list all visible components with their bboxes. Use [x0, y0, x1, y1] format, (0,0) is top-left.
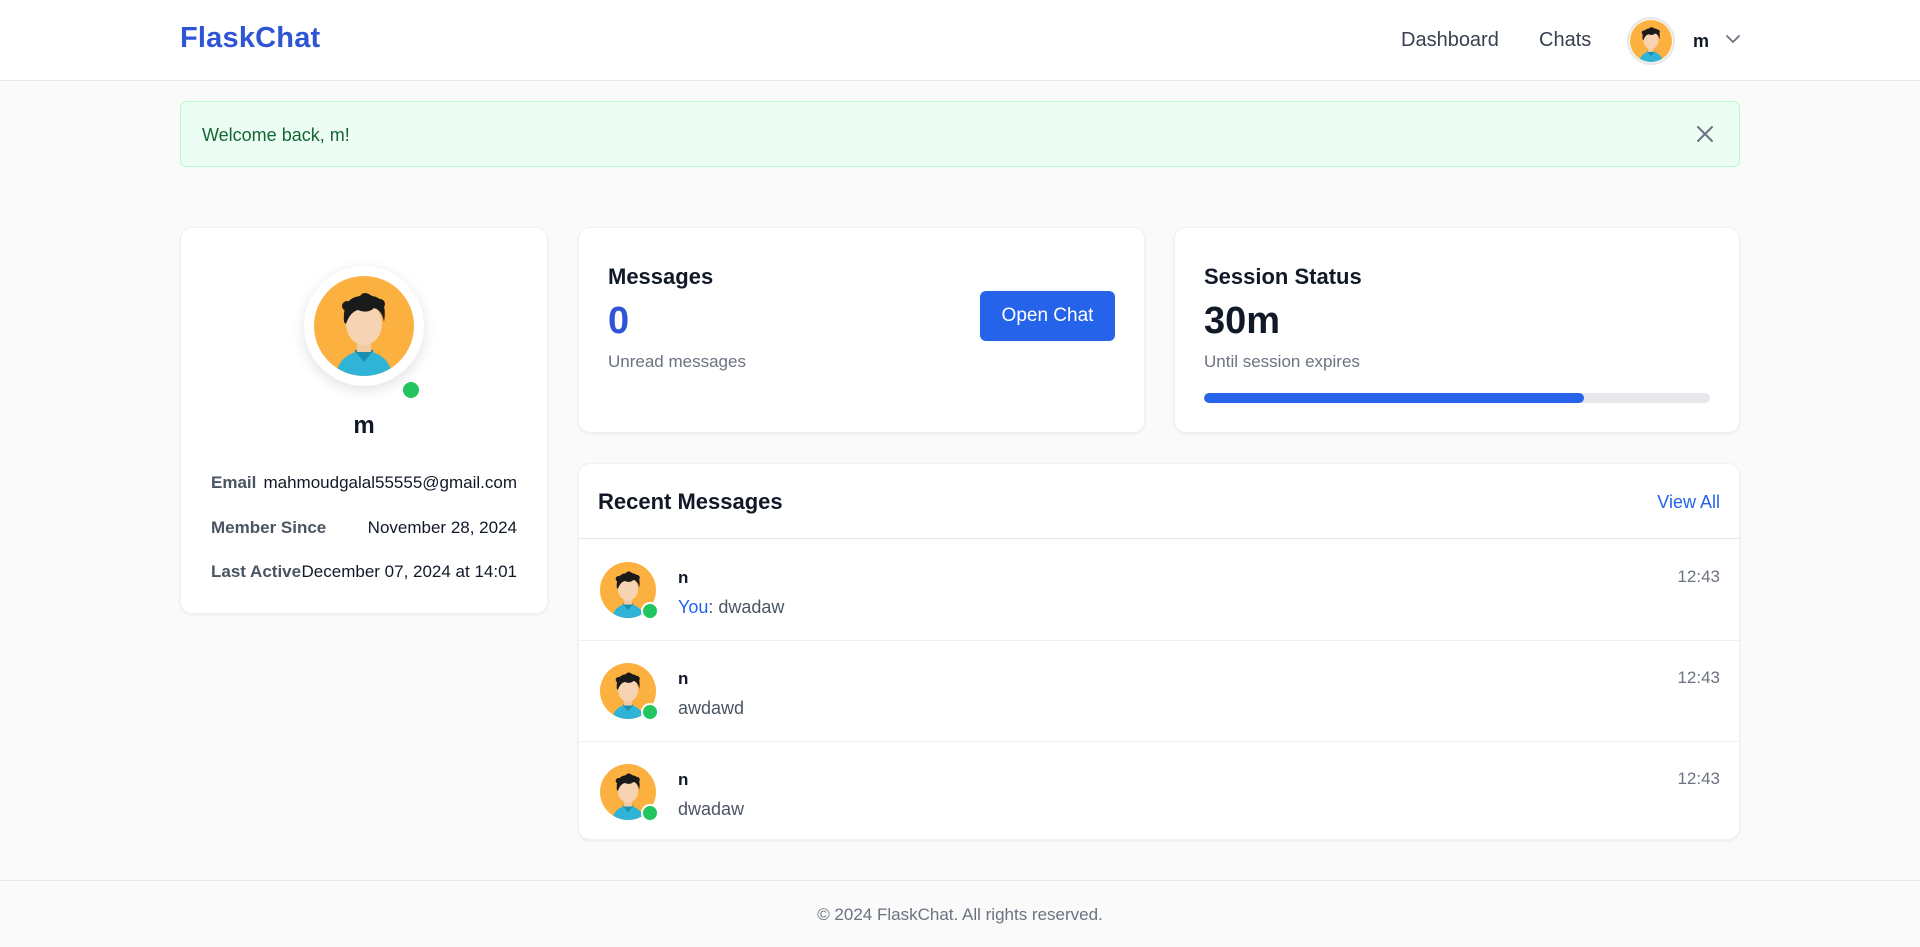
profile-avatar: [304, 266, 424, 400]
session-card: Session Status 30m Until session expires: [1174, 227, 1740, 433]
recent-messages-title: Recent Messages: [598, 489, 783, 514]
open-chat-button[interactable]: Open Chat: [980, 291, 1115, 341]
welcome-alert: Welcome back, m!: [180, 101, 1740, 167]
online-status-indicator: [641, 804, 659, 822]
email-value: mahmoudgalal55555@gmail.com: [263, 473, 517, 492]
brand-logo[interactable]: FlaskChat: [180, 22, 320, 55]
message-preview: You: dwadaw: [678, 597, 784, 618]
message-row[interactable]: n dwadaw 12:43: [579, 742, 1739, 843]
message-time: 12:43: [1677, 668, 1720, 687]
online-status-indicator: [641, 602, 659, 620]
message-preview-text: : dwadaw: [708, 597, 785, 617]
session-progress-bar: [1204, 393, 1710, 403]
recent-messages-header: Recent Messages View All: [579, 464, 1739, 539]
message-preview-text: awdawd: [678, 698, 745, 718]
message-preview-text: dwadaw: [678, 799, 745, 819]
unread-label: Unread messages: [608, 352, 746, 371]
recent-messages-card: Recent Messages View All n You: dwadaw 1…: [578, 463, 1740, 840]
session-card-title: Session Status: [1204, 264, 1362, 289]
last-active-label: Last Active: [211, 562, 302, 581]
messages-card-title: Messages: [608, 264, 714, 289]
nav-link-dashboard[interactable]: Dashboard: [1401, 29, 1499, 52]
view-all-link[interactable]: View All: [1657, 492, 1720, 513]
alert-message: Welcome back, m!: [202, 125, 350, 145]
close-icon[interactable]: [1693, 122, 1717, 146]
user-menu[interactable]: m: [1627, 17, 1741, 65]
profile-member-since-row: Member Since November 28, 2024: [211, 518, 517, 542]
footer: © 2024 FlaskChat. All rights reserved.: [0, 880, 1920, 947]
message-time: 12:43: [1677, 769, 1720, 788]
message-preview: awdawd: [678, 698, 744, 719]
user-avatar-icon: [1630, 20, 1672, 62]
footer-copyright: © 2024 FlaskChat. All rights reserved.: [817, 905, 1103, 924]
nav-link-chats[interactable]: Chats: [1539, 29, 1591, 52]
message-you-prefix: You: [678, 597, 709, 617]
user-avatar[interactable]: [1627, 17, 1675, 65]
member-since-value: November 28, 2024: [367, 518, 517, 537]
online-status-indicator: [401, 380, 421, 400]
message-avatar: [600, 562, 659, 620]
chevron-down-icon[interactable]: [1725, 34, 1741, 44]
message-avatar: [600, 764, 659, 822]
profile-avatar-icon: [314, 276, 414, 376]
message-time: 12:43: [1677, 567, 1720, 586]
email-label: Email: [211, 473, 257, 492]
profile-last-active-row: Last Active December 07, 2024 at 14:01: [211, 562, 517, 586]
session-time-remaining: 30m: [1204, 300, 1281, 342]
message-sender: n: [678, 568, 689, 587]
profile-name: m: [353, 412, 375, 439]
last-active-value: December 07, 2024 at 14:01: [301, 562, 517, 581]
session-progress-fill: [1204, 393, 1584, 403]
message-sender: n: [678, 770, 689, 789]
message-sender: n: [678, 669, 689, 688]
navbar: FlaskChat Dashboard Chats m: [0, 0, 1920, 81]
message-avatar: [600, 663, 659, 721]
message-row[interactable]: n awdawd 12:43: [579, 641, 1739, 742]
message-row[interactable]: n You: dwadaw 12:43: [579, 540, 1739, 641]
profile-email-row: Email mahmoudgalal55555@gmail.com: [211, 473, 517, 497]
session-label: Until session expires: [1204, 352, 1360, 371]
member-since-label: Member Since: [211, 518, 327, 537]
user-menu-name: m: [1693, 30, 1710, 51]
unread-count: 0: [608, 300, 630, 342]
messages-card: Messages 0 Unread messages Open Chat: [578, 227, 1145, 433]
online-status-indicator: [641, 703, 659, 721]
profile-card: m Email mahmoudgalal55555@gmail.com Memb…: [180, 227, 548, 614]
message-preview: dwadaw: [678, 799, 744, 820]
